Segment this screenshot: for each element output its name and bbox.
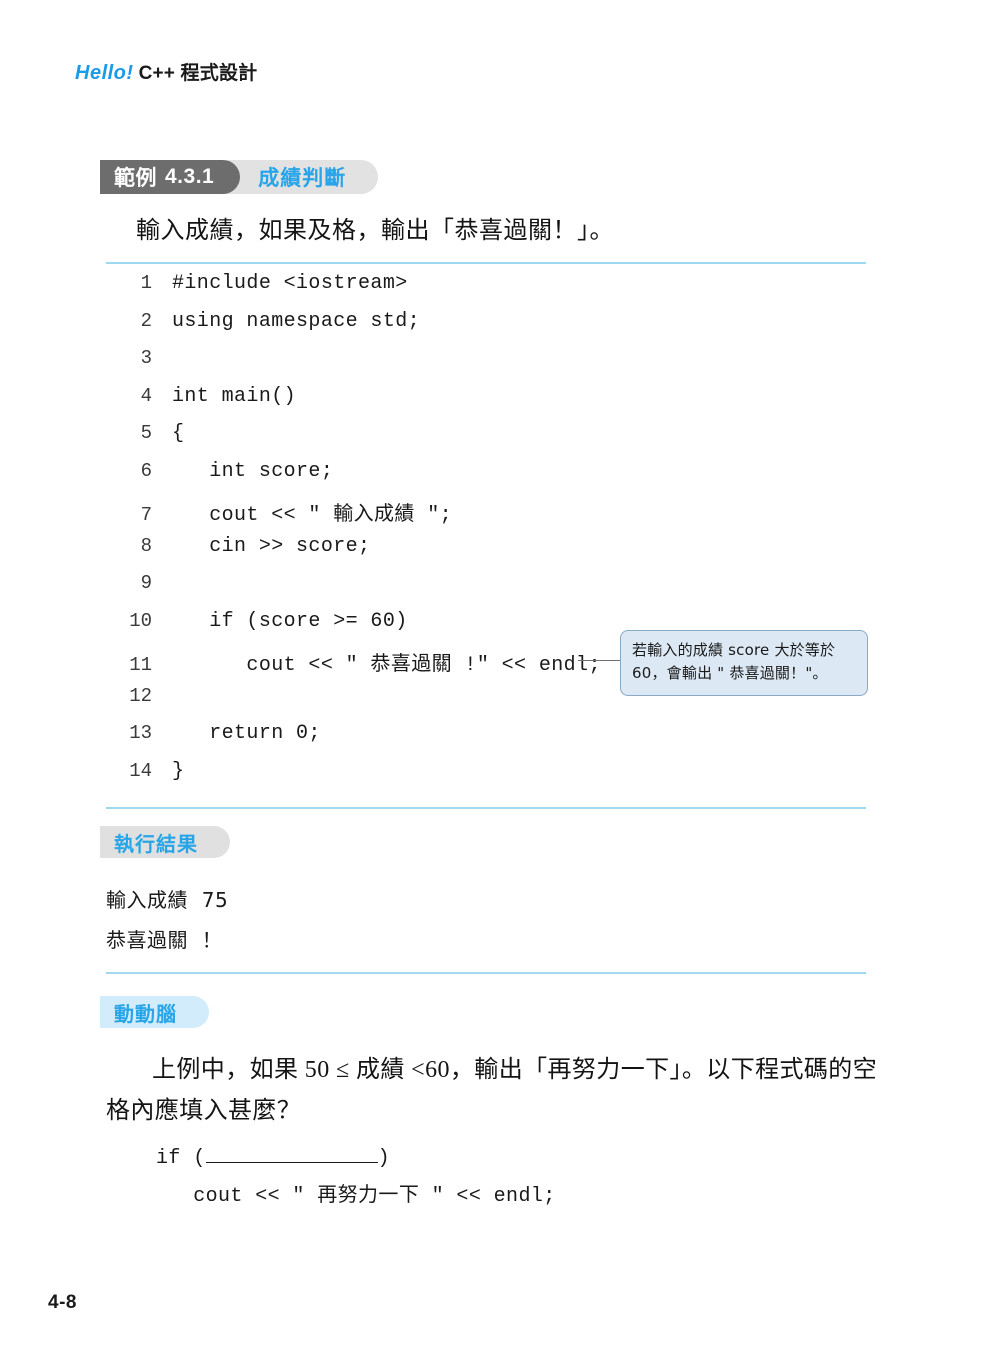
- code-line: 1 #include <iostream>: [106, 272, 866, 310]
- code-line: 7 cout << " 輸入成績 ";: [106, 497, 866, 535]
- example-description: 輸入成績，如果及格，輸出「恭喜過關！」。: [136, 218, 614, 244]
- exercise-code: if () cout << " 再努力一下 " << endl;: [156, 1140, 556, 1216]
- line-number: 12: [129, 684, 152, 707]
- exercise-code-line2: cout << " 再努力一下 " << endl;: [156, 1185, 556, 1208]
- line-number: 11: [129, 654, 152, 676]
- code-line: 8 cin >> score;: [106, 535, 866, 573]
- code-line: 9: [106, 572, 866, 610]
- code-line: 6 int score;: [106, 460, 866, 498]
- exercise-question: 上例中，如果 50 ≤ 成績 <60，輸出「再努力一下」。以下程式碼的空格內應填…: [106, 1057, 878, 1124]
- line-number: 13: [129, 722, 152, 744]
- line-number: 5: [140, 422, 152, 444]
- example-label: 範例: [114, 167, 157, 190]
- code-listing: 1 #include <iostream> 2 using namespace …: [106, 262, 866, 809]
- code-line: 13 return 0;: [106, 722, 866, 760]
- line-code: }: [172, 759, 185, 783]
- result-line: 輸入成績 75: [106, 888, 229, 912]
- example-number-pill: 範例 4.3.1: [100, 160, 241, 194]
- callout-leader-line: [578, 660, 622, 661]
- execution-result-box: 輸入成績 75 恭喜過關 ！: [106, 880, 866, 974]
- line-code: return 0;: [172, 722, 321, 745]
- book-title: C++ 程式設計: [138, 63, 258, 84]
- line-code: int main(): [172, 384, 297, 408]
- line-number: 6: [140, 459, 152, 482]
- brand-hello: Hello!: [75, 62, 134, 84]
- line-number: 14: [129, 759, 152, 782]
- line-code: using namespace std;: [172, 309, 421, 333]
- line-code: if (score >= 60): [172, 609, 408, 633]
- line-number: 1: [140, 272, 152, 294]
- line-number: 7: [140, 504, 152, 526]
- line-number: 10: [129, 609, 152, 632]
- code-line: 3: [106, 347, 866, 385]
- section-pill-result: 執行結果: [100, 826, 230, 858]
- example-heading: 範例 4.3.1 成績判斷: [100, 160, 378, 194]
- line-number: 2: [140, 309, 152, 332]
- example-caption: 成績判斷: [258, 167, 347, 190]
- code-line: 14 }: [106, 760, 866, 798]
- line-code: {: [172, 422, 185, 445]
- page-number: 4-8: [48, 1292, 77, 1313]
- code-line: 4 int main(): [106, 385, 866, 423]
- line-code: cout << " 輸入成績 ";: [172, 504, 453, 527]
- line-code: cout << " 恭喜過關 !" << endl;: [172, 654, 601, 677]
- line-code: #include <iostream>: [172, 272, 408, 295]
- line-number: 8: [140, 534, 152, 557]
- exercise-code-prefix: if (: [156, 1147, 206, 1170]
- code-annotation-callout: 若輸入的成績 score 大於等於 60，會輸出 " 恭喜過關！"。: [620, 630, 868, 696]
- section-pill-exercise: 動動腦: [100, 996, 209, 1028]
- line-number: 9: [140, 572, 152, 594]
- line-number: 3: [140, 347, 152, 369]
- exercise-code-suffix: ): [377, 1147, 391, 1170]
- line-code: cin >> score;: [172, 534, 371, 558]
- code-line: 5 {: [106, 422, 866, 460]
- example-number: 4.3.1: [165, 165, 215, 188]
- line-code: int score;: [172, 459, 334, 483]
- page-running-header: Hello! C++ 程式設計: [75, 58, 257, 85]
- line-number: 4: [140, 384, 152, 407]
- fill-in-blank[interactable]: [205, 1145, 378, 1163]
- result-line: 恭喜過關 ！: [106, 928, 223, 952]
- code-line: 2 using namespace std;: [106, 310, 866, 348]
